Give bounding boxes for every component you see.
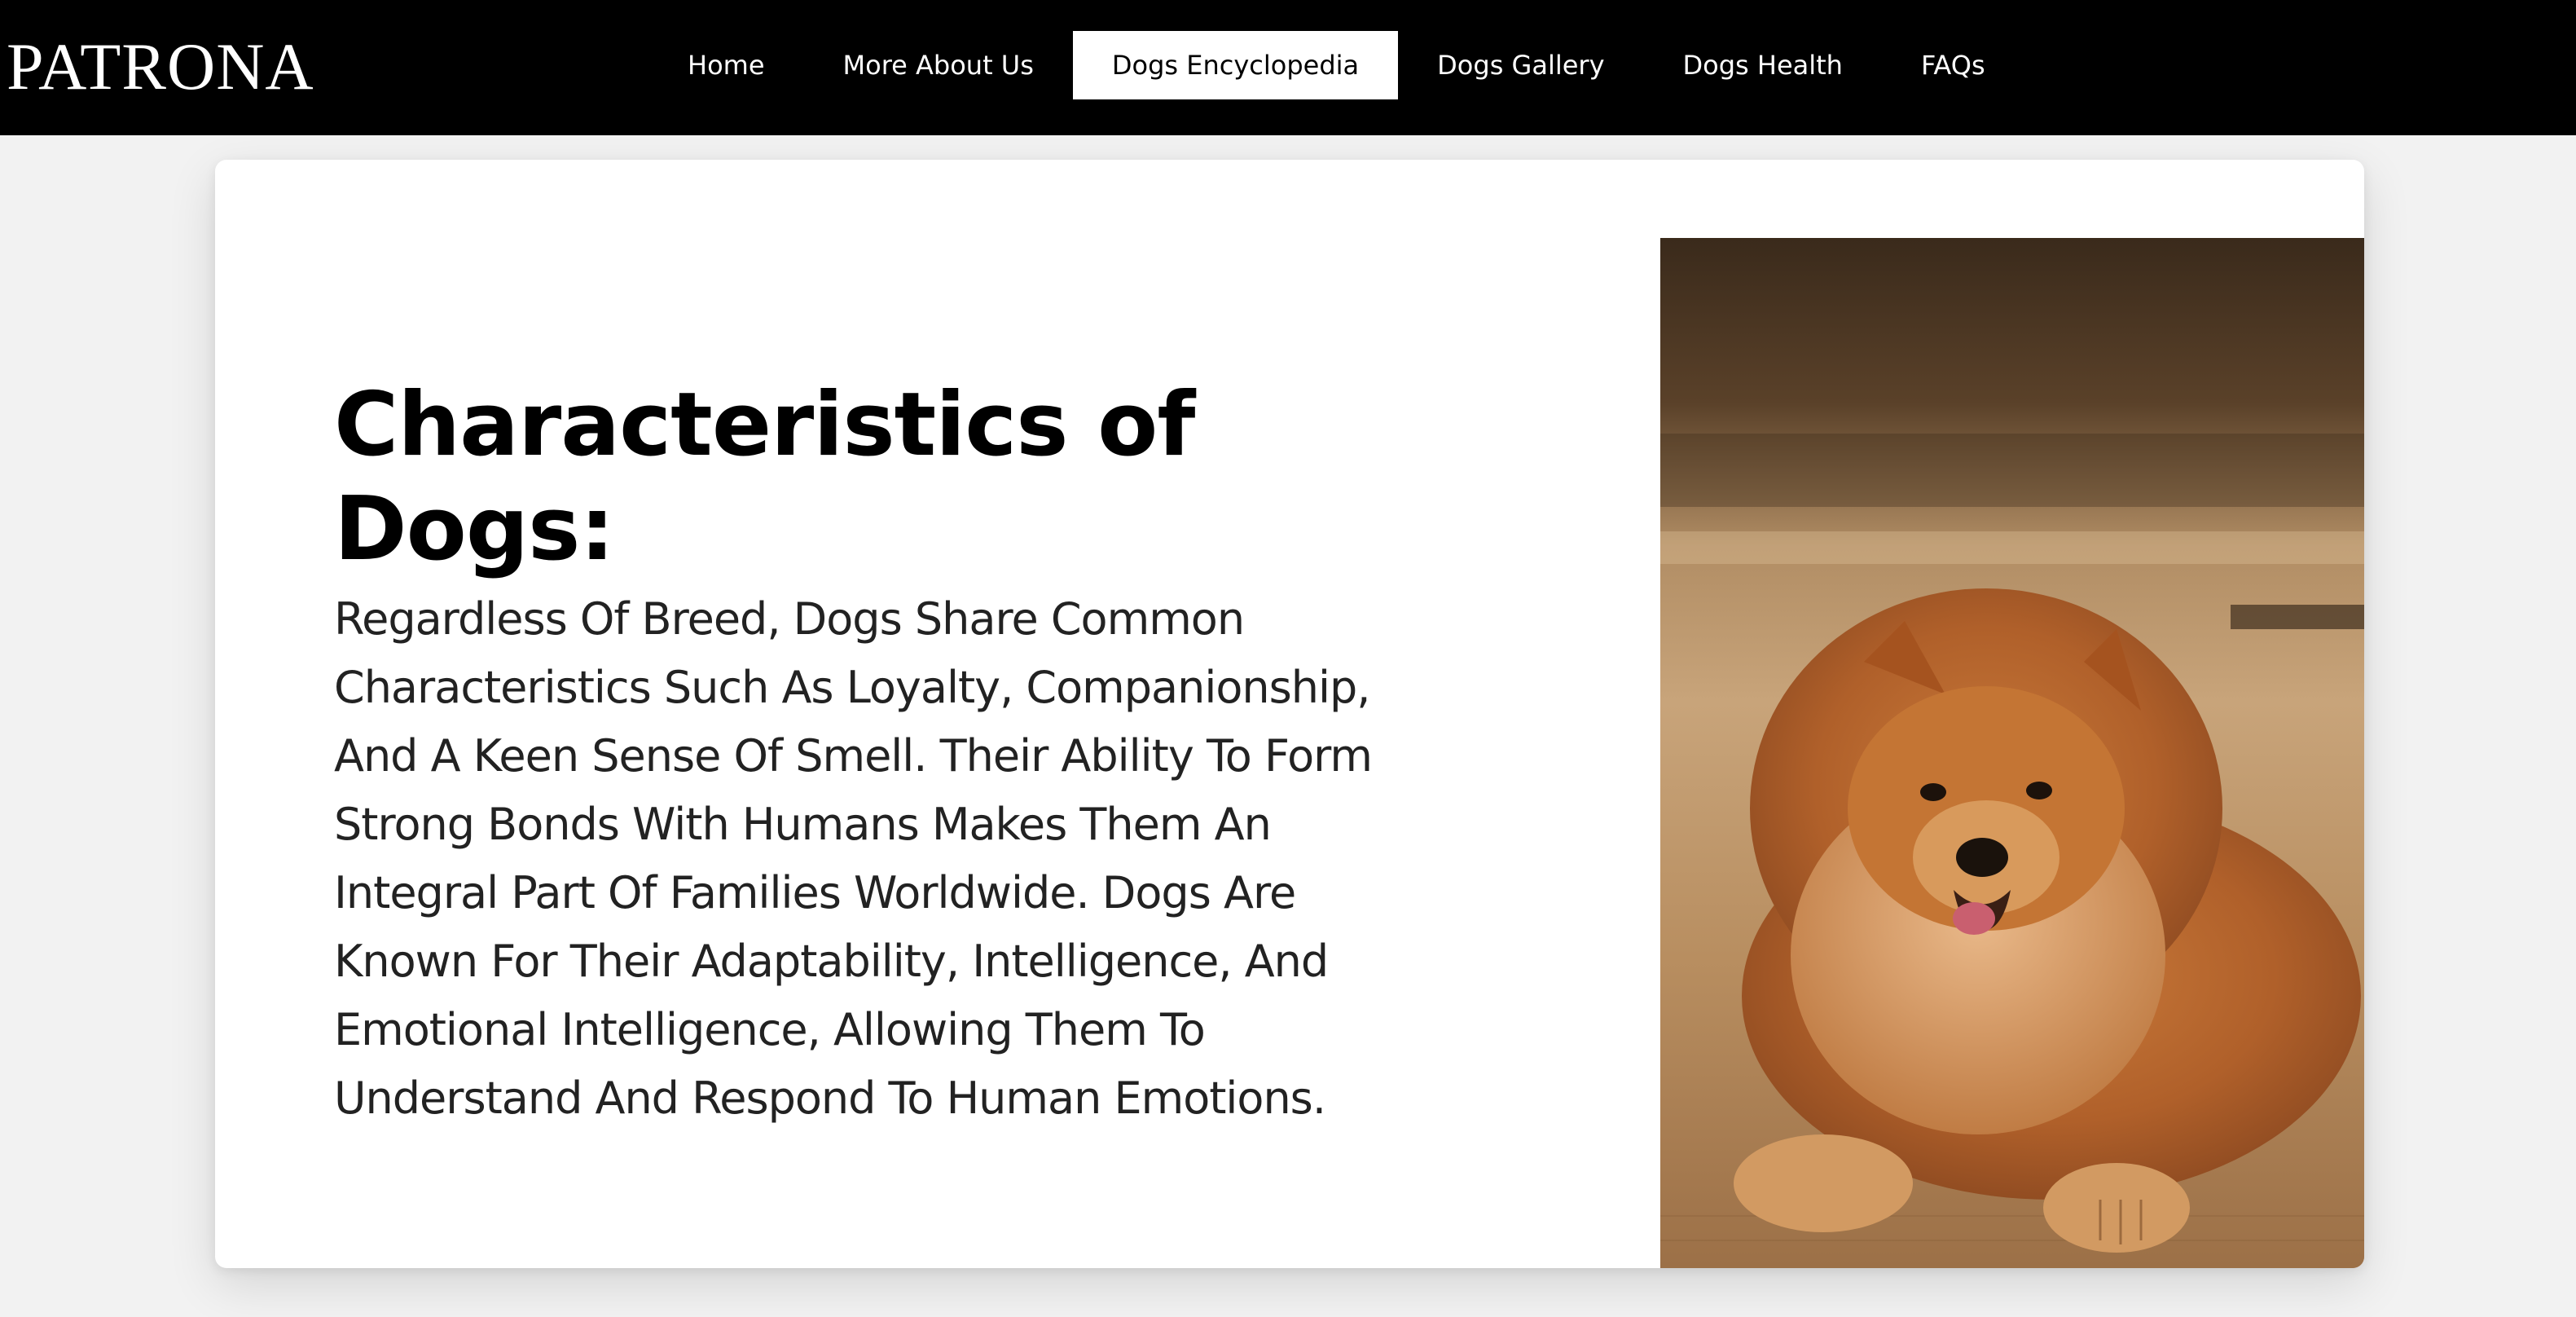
content-card: Characteristics of Dogs: Regardless Of B… [215, 160, 2364, 1268]
top-navbar: PATRONA Home More About Us Dogs Encyclop… [0, 0, 2576, 135]
nav-item-dogs-health[interactable]: Dogs Health [1644, 31, 1882, 99]
nav-item-home[interactable]: Home [648, 31, 804, 99]
nav-item-dogs-gallery[interactable]: Dogs Gallery [1398, 31, 1643, 99]
main-nav: Home More About Us Dogs Encyclopedia Dog… [648, 31, 2024, 99]
nav-item-faqs[interactable]: FAQs [1882, 31, 2024, 99]
nav-item-more-about-us[interactable]: More About Us [804, 31, 1073, 99]
dog-photo-illustration [1660, 238, 2364, 1268]
dog-photo [1660, 238, 2364, 1268]
section-title: Characteristics of Dogs: [334, 374, 1195, 580]
nav-item-dogs-encyclopedia[interactable]: Dogs Encyclopedia [1072, 31, 1399, 99]
section-paragraph: Regardless Of Breed, Dogs Share Common C… [334, 593, 1373, 1124]
card-text-block: Characteristics of Dogs: Regardless Of B… [334, 373, 1426, 1133]
site-logo[interactable]: PATRONA [7, 31, 314, 103]
